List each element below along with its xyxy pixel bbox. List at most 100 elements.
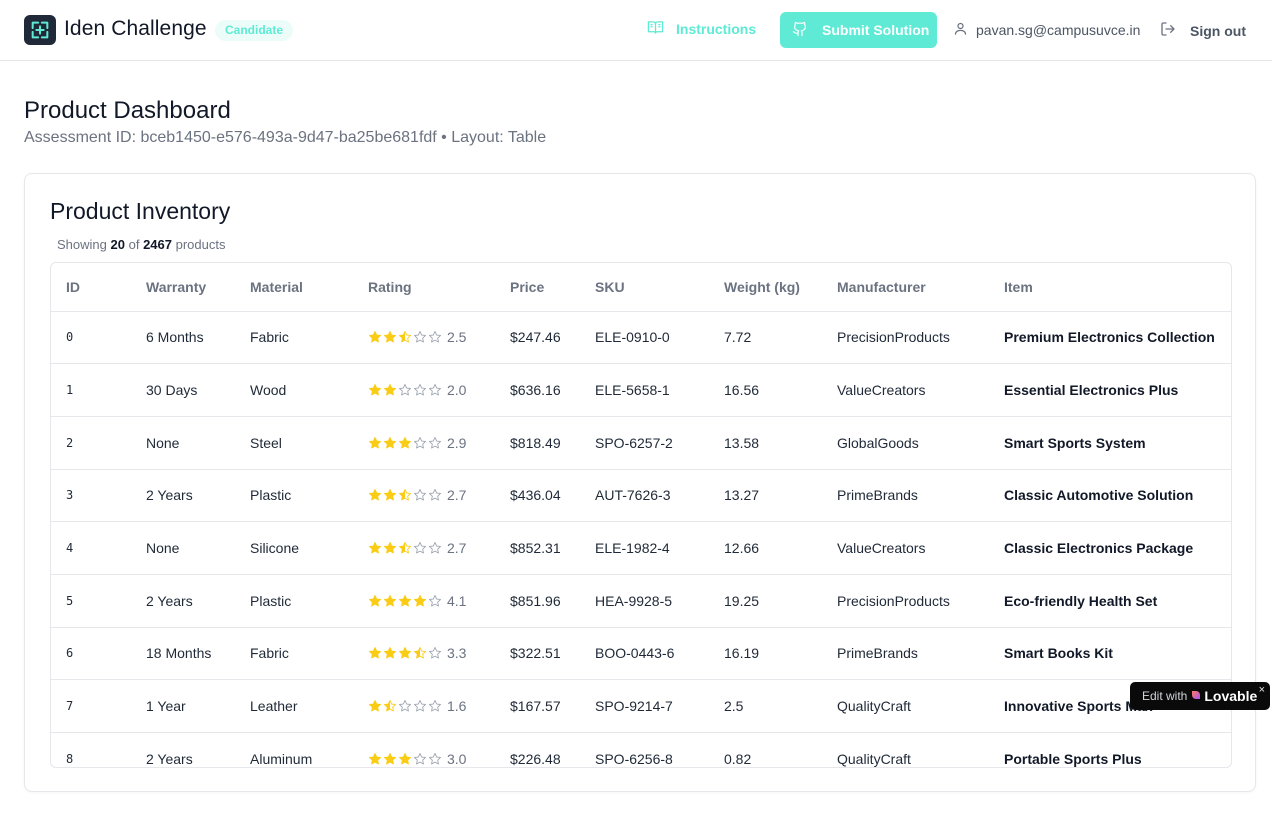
column-header[interactable]: Warranty (131, 263, 235, 312)
cell-manufacturer: GlobalGoods (822, 416, 989, 470)
star-icon (384, 542, 396, 554)
table-row[interactable]: 4 None Silicone 2.7 $852.31 ELE-1982-4 12.66 Va… (51, 521, 1231, 575)
cell-sku: HEA-9928-5 (580, 574, 709, 628)
cell-item: Smart Sports System (989, 416, 1231, 470)
rating-stars (368, 699, 442, 713)
rating-stars (368, 541, 442, 555)
cell-rating: 4.1 (353, 574, 495, 628)
submit-solution-button[interactable]: Submit Solution (780, 12, 937, 48)
column-header[interactable]: Rating (353, 263, 495, 312)
table-row[interactable]: 2 None Steel 2.9 $818.49 SPO-6257-2 13.58 Globa… (51, 416, 1231, 470)
cell-weight: 16.19 (709, 627, 822, 681)
column-header[interactable]: Manufacturer (822, 263, 989, 312)
cell-warranty: 30 Days (131, 363, 235, 417)
table-row[interactable]: 32 Years Plastic 2.7 $436.04 AUT-7626-3 13.27… (51, 469, 1231, 523)
rating-display: 2.0 (368, 382, 495, 398)
cell-warranty: 1 Year (131, 679, 235, 733)
column-header[interactable]: ID (51, 263, 131, 312)
cell-material: Wood (235, 363, 353, 417)
star-icon (414, 542, 426, 554)
star-icon (399, 700, 411, 712)
product-inventory-card: Product Inventory Showing 20 of 2467 pro… (24, 173, 1256, 792)
cell-warranty: None (131, 416, 235, 470)
cell-weight: 12.66 (709, 521, 822, 575)
star-icon (369, 700, 381, 712)
star-icon (429, 752, 441, 765)
cell-material: Fabric (235, 311, 353, 365)
product-table: ID Warranty Material Rating Price SKU Weight (… (51, 263, 1231, 767)
rating-value: 3.3 (447, 645, 467, 662)
submit-label: Submit Solution (822, 22, 930, 38)
star-icon (369, 594, 381, 607)
star-icon (369, 752, 381, 765)
star-icon (399, 384, 411, 396)
cell-warranty: 2 Years (131, 469, 235, 523)
rating-stars (368, 594, 442, 608)
user-email: pavan.sg@campusuvce.in (976, 22, 1141, 38)
table-row[interactable]: 06 Months Fabric 2.5 $247.46 ELE-0910-0 7.72 P… (51, 311, 1231, 365)
star-icon (384, 594, 396, 607)
cell-id: 6 (51, 627, 131, 681)
rating-display: 2.7 (368, 540, 495, 556)
star-icon (414, 436, 426, 449)
app-logo-icon[interactable] (24, 15, 56, 45)
star-icon (399, 489, 411, 501)
cell-warranty: None (131, 521, 235, 575)
sign-out-button[interactable]: Sign out (1160, 21, 1246, 40)
star-icon (414, 489, 426, 501)
showing-suffix: products (175, 237, 226, 252)
cell-item: Smart Books Kit (989, 627, 1231, 681)
table-row[interactable]: 82 Years Aluminum 3.0 $226.48 SPO-6256-8 0.82… (51, 732, 1231, 767)
rating-value: 2.5 (447, 329, 467, 346)
cell-price: $851.96 (495, 574, 580, 628)
table-row[interactable]: 71 Year Leather 1.6 $167.57 SPO-9214-7 2.5 Qua… (51, 679, 1231, 733)
product-table-container[interactable]: ID Warranty Material Rating Price SKU Weight (… (50, 262, 1232, 768)
star-icon (414, 384, 426, 396)
close-icon[interactable]: × (1259, 684, 1265, 696)
cell-id: 7 (51, 679, 131, 733)
cell-material: Aluminum (235, 732, 353, 767)
cell-warranty: 18 Months (131, 627, 235, 681)
column-header[interactable]: Material (235, 263, 353, 312)
instructions-link[interactable]: Instructions (647, 19, 756, 39)
cell-weight: 19.25 (709, 574, 822, 628)
star-icon (369, 647, 381, 659)
cell-manufacturer: PrimeBrands (822, 627, 989, 681)
cell-sku: ELE-5658-1 (580, 363, 709, 417)
star-icon (414, 647, 426, 659)
table-header-row: ID Warranty Material Rating Price SKU Weight (… (51, 263, 1231, 312)
edit-with-lovable-badge[interactable]: Edit with Lovable × (1130, 682, 1270, 710)
star-icon (399, 331, 411, 343)
lovable-heart-icon (1191, 689, 1204, 703)
rating-display: 3.3 (368, 645, 495, 661)
star-icon (429, 489, 441, 501)
table-row[interactable]: 52 Years Plastic 4.1 $851.96 HEA-9928-5 19.25… (51, 574, 1231, 628)
rating-value: 2.7 (447, 540, 467, 557)
column-header[interactable]: Item (989, 263, 1231, 312)
cell-material: Plastic (235, 574, 353, 628)
cell-weight: 16.56 (709, 363, 822, 417)
star-icon (414, 594, 426, 607)
column-header[interactable]: SKU (580, 263, 709, 312)
cell-rating: 3.0 (353, 732, 495, 767)
cell-id: 4 (51, 521, 131, 575)
rating-display: 1.6 (368, 698, 495, 714)
table-row[interactable]: 1 30 Days Wood 2.0 $636.16 ELE-5658-1 16.56 Val… (51, 363, 1231, 417)
star-icon (429, 542, 441, 554)
star-icon (429, 436, 441, 449)
cell-id: 8 (51, 732, 131, 767)
cell-sku: SPO-6257-2 (580, 416, 709, 470)
cell-price: $322.51 (495, 627, 580, 681)
cell-sku: SPO-9214-7 (580, 679, 709, 733)
cell-manufacturer: ValueCreators (822, 363, 989, 417)
rating-value: 2.7 (447, 487, 467, 504)
sign-out-label: Sign out (1190, 22, 1246, 39)
showing-of: of (128, 237, 140, 252)
column-header[interactable]: Weight (kg) (709, 263, 822, 312)
rating-value: 2.0 (447, 382, 467, 399)
cell-material: Steel (235, 416, 353, 470)
column-header[interactable]: Price (495, 263, 580, 312)
cell-weight: 13.27 (709, 469, 822, 523)
rating-value: 4.1 (447, 592, 467, 609)
table-row[interactable]: 6 18 Months Fabric 3.3 $322.51 BOO-0443-6 16.1… (51, 627, 1231, 681)
